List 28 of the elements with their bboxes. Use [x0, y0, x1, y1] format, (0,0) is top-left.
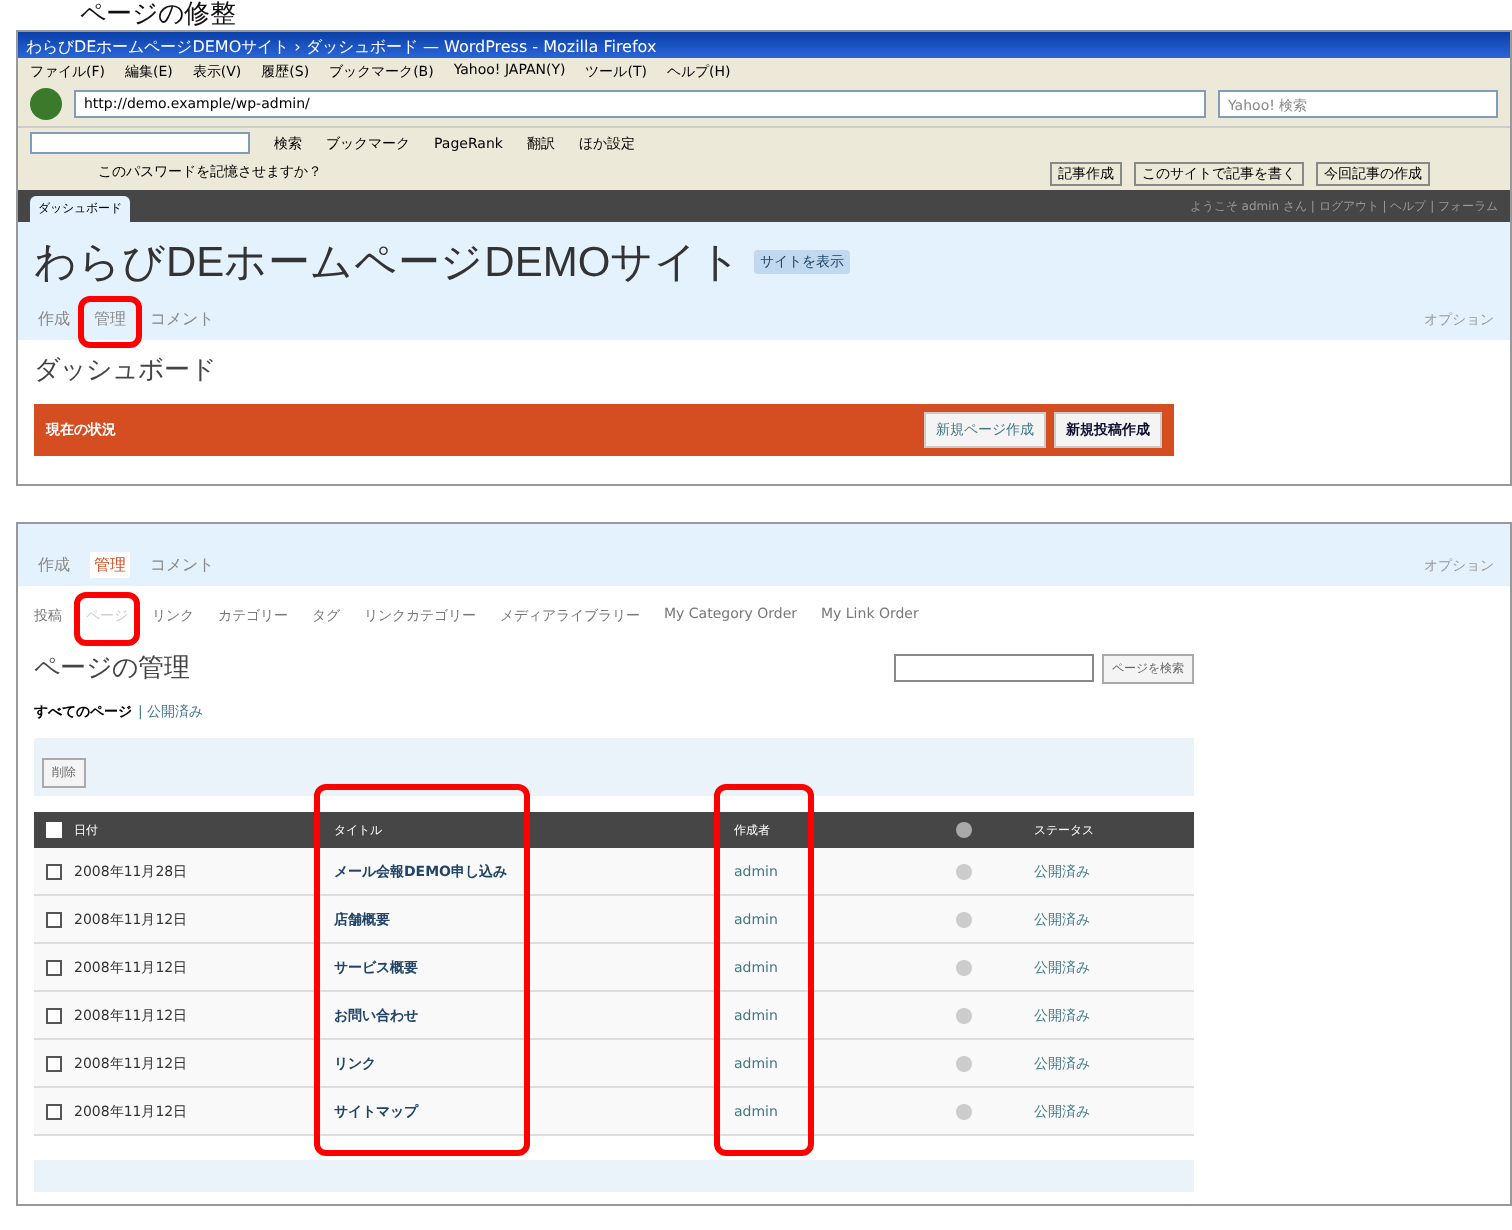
nav-tab[interactable]: コメント: [146, 306, 218, 332]
comment-icon: [954, 1005, 974, 1025]
toolbar-search-field[interactable]: [30, 132, 250, 154]
nav-tab[interactable]: コメント: [146, 552, 218, 578]
row-checkbox[interactable]: [46, 863, 62, 879]
blog-title: わらびDEホームページDEMOサイト: [34, 238, 743, 290]
comment-icon: [954, 909, 974, 929]
search-field[interactable]: [894, 654, 1094, 682]
back-icon[interactable]: [30, 88, 62, 120]
dashboard-heading: ダッシュボード: [34, 354, 218, 388]
pages-heading: ページの管理: [34, 652, 190, 686]
comment-icon: [954, 861, 974, 881]
nav-tab[interactable]: 管理: [90, 552, 130, 578]
window-title: わらびDEホームページDEMOサイト › ダッシュボード — WordPress - Mozilla Firefox: [18, 32, 1510, 58]
row-checkbox[interactable]: [46, 1007, 62, 1023]
nav-tab[interactable]: 管理: [90, 306, 130, 332]
row-checkbox[interactable]: [46, 911, 62, 927]
select-all-checkbox[interactable]: [46, 822, 62, 838]
row-checkbox[interactable]: [46, 1103, 62, 1119]
nav-tab[interactable]: 作成: [34, 306, 74, 332]
nav-tab[interactable]: 作成: [34, 552, 74, 578]
comment-icon: [954, 1053, 974, 1073]
comment-icon: [954, 820, 974, 840]
row-checkbox[interactable]: [46, 1055, 62, 1071]
comment-icon: [954, 1101, 974, 1121]
page-heading: ページの修整: [78, 0, 236, 30]
comment-icon: [954, 957, 974, 977]
row-checkbox[interactable]: [46, 959, 62, 975]
